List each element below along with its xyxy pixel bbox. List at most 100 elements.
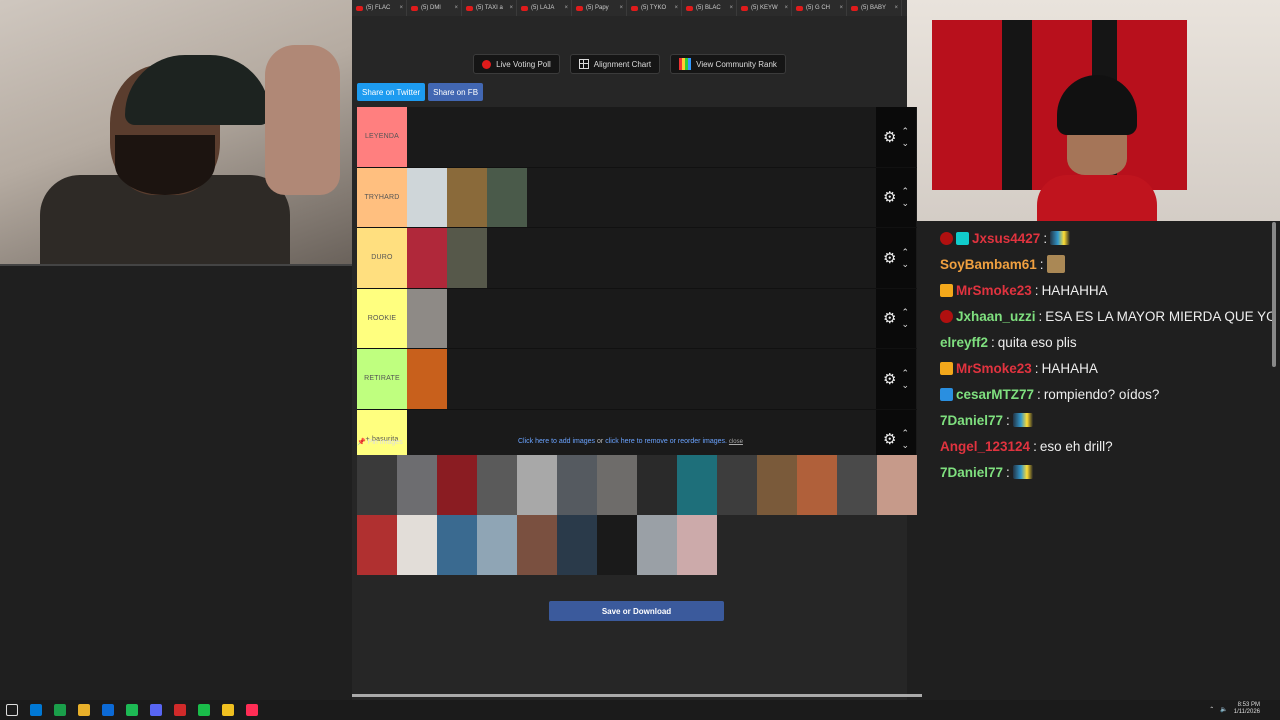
chevron-up-icon[interactable]: ⌃: [901, 185, 909, 197]
close-tab-icon[interactable]: ×: [509, 5, 513, 11]
pool-image[interactable]: [757, 455, 797, 515]
gear-icon[interactable]: ⚙: [883, 128, 896, 146]
browser-tab[interactable]: (5) Papy ×: [572, 0, 627, 16]
pin-images-toggle[interactable]: 📌 Pin Images: [357, 438, 403, 446]
pool-image[interactable]: [357, 515, 397, 575]
taskbar-app-icon[interactable]: [174, 704, 186, 716]
tier-label[interactable]: RETIRATE: [357, 349, 407, 409]
pool-image[interactable]: [477, 455, 517, 515]
close-tab-icon[interactable]: ×: [399, 5, 403, 11]
pool-image[interactable]: [677, 515, 717, 575]
tier-item-image[interactable]: [447, 228, 487, 288]
tier-item-image[interactable]: [407, 349, 447, 409]
remove-images-link[interactable]: click here to remove or reorder images.: [605, 438, 727, 445]
chevron-down-icon[interactable]: ⌄: [901, 318, 909, 330]
pool-image[interactable]: [637, 455, 677, 515]
browser-tab[interactable]: (5) BLAC ×: [682, 0, 737, 16]
browser-tab[interactable]: (5) BABY ×: [847, 0, 902, 16]
pool-image[interactable]: [517, 455, 557, 515]
chat-username[interactable]: Jxsus4427: [972, 231, 1040, 246]
browser-tab[interactable]: (5) KEYW ×: [737, 0, 792, 16]
taskbar-app-icon[interactable]: [126, 704, 138, 716]
pool-image[interactable]: [717, 455, 757, 515]
taskbar-app-icon[interactable]: [78, 704, 90, 716]
pool-image[interactable]: [357, 455, 397, 515]
close-tab-icon[interactable]: ×: [674, 5, 678, 11]
gear-icon[interactable]: ⚙: [883, 249, 896, 267]
close-tab-icon[interactable]: ×: [454, 5, 458, 11]
chat-username[interactable]: Jxhaan_uzzi: [956, 309, 1036, 324]
share-twitter-button[interactable]: Share on Twitter: [357, 83, 426, 101]
chat-scrollbar[interactable]: [1272, 222, 1276, 367]
tier-item-image[interactable]: [407, 228, 447, 288]
clock[interactable]: 8:53 PM 1/11/2026: [1234, 702, 1260, 716]
pool-image[interactable]: [677, 455, 717, 515]
taskbar-app-icon[interactable]: [30, 704, 42, 716]
pool-image[interactable]: [397, 515, 437, 575]
chevron-down-icon[interactable]: ⌄: [901, 137, 909, 149]
chat-username[interactable]: 7Daniel77: [940, 465, 1003, 480]
gear-icon[interactable]: ⚙: [883, 309, 896, 327]
taskbar-app-icon[interactable]: [198, 704, 210, 716]
chat-username[interactable]: MrSmoke23: [956, 361, 1032, 376]
community-rank-button[interactable]: View Community Rank: [670, 54, 786, 74]
browser-tab[interactable]: (5) LAJA ×: [517, 0, 572, 16]
close-tab-icon[interactable]: ×: [784, 5, 788, 11]
taskbar-app-icon[interactable]: [102, 704, 114, 716]
chevron-down-icon[interactable]: ⌄: [901, 379, 909, 391]
chevron-up-icon[interactable]: ⌃: [901, 306, 909, 318]
chevron-up-icon[interactable]: ⌃: [901, 367, 909, 379]
close-tab-icon[interactable]: ×: [564, 5, 568, 11]
taskbar-app-icon[interactable]: [246, 704, 258, 716]
close-tab-icon[interactable]: ×: [619, 5, 623, 11]
tier-label[interactable]: TRYHARD: [357, 167, 407, 227]
tier-item-image[interactable]: [447, 167, 487, 227]
taskbar-app-icon[interactable]: [54, 704, 66, 716]
pool-image[interactable]: [597, 515, 637, 575]
close-tab-icon[interactable]: ×: [729, 5, 733, 11]
close-link[interactable]: close: [729, 439, 743, 445]
chat-username[interactable]: 7Daniel77: [940, 413, 1003, 428]
browser-tab[interactable]: (5) DMl ×: [407, 0, 462, 16]
pool-image[interactable]: [877, 455, 917, 515]
pool-image[interactable]: [437, 455, 477, 515]
alignment-chart-button[interactable]: Alignment Chart: [569, 54, 661, 74]
gear-icon[interactable]: ⚙: [883, 430, 896, 448]
gear-icon[interactable]: ⚙: [883, 370, 896, 388]
pool-image[interactable]: [557, 515, 597, 575]
browser-tab[interactable]: (5) TAXI a ×: [462, 0, 517, 16]
pool-image[interactable]: [397, 455, 437, 515]
chat-username[interactable]: MrSmoke23: [956, 283, 1032, 298]
live-voting-poll-button[interactable]: Live Voting Poll: [473, 54, 560, 74]
chat-username[interactable]: cesarMTZ77: [956, 387, 1034, 402]
chat-username[interactable]: SoyBambam61: [940, 257, 1037, 272]
tier-item-image[interactable]: [487, 167, 527, 227]
pool-image[interactable]: [437, 515, 477, 575]
browser-tab[interactable]: (5) FLAC ×: [352, 0, 407, 16]
volume-icon[interactable]: 🔈: [1220, 706, 1227, 713]
tray-chevron-icon[interactable]: ⌃: [1209, 706, 1214, 713]
pool-image[interactable]: [557, 455, 597, 515]
close-tab-icon[interactable]: ×: [839, 5, 843, 11]
gear-icon[interactable]: ⚙: [883, 188, 896, 206]
chevron-down-icon[interactable]: ⌄: [901, 258, 909, 270]
pool-image[interactable]: [517, 515, 557, 575]
tier-item-image[interactable]: [407, 167, 447, 227]
chat-username[interactable]: Angel_123124: [940, 439, 1030, 454]
share-facebook-button[interactable]: Share on FB: [428, 83, 484, 101]
taskbar-app-icon[interactable]: [150, 704, 162, 716]
browser-tab[interactable]: (5) TYKO ×: [627, 0, 682, 16]
pool-image[interactable]: [837, 455, 877, 515]
chevron-up-icon[interactable]: ⌃: [901, 125, 909, 137]
pool-image[interactable]: [637, 515, 677, 575]
pool-image[interactable]: [797, 455, 837, 515]
close-tab-icon[interactable]: ×: [894, 5, 898, 11]
chevron-down-icon[interactable]: ⌄: [901, 197, 909, 209]
start-icon[interactable]: [6, 704, 18, 716]
chevron-up-icon[interactable]: ⌃: [901, 246, 909, 258]
chevron-up-icon[interactable]: ⌃: [901, 427, 909, 439]
tier-label[interactable]: DURO: [357, 228, 407, 288]
pool-image[interactable]: [477, 515, 517, 575]
horizontal-scrollbar[interactable]: [352, 694, 922, 697]
add-images-link[interactable]: Click here to add images: [518, 438, 595, 445]
